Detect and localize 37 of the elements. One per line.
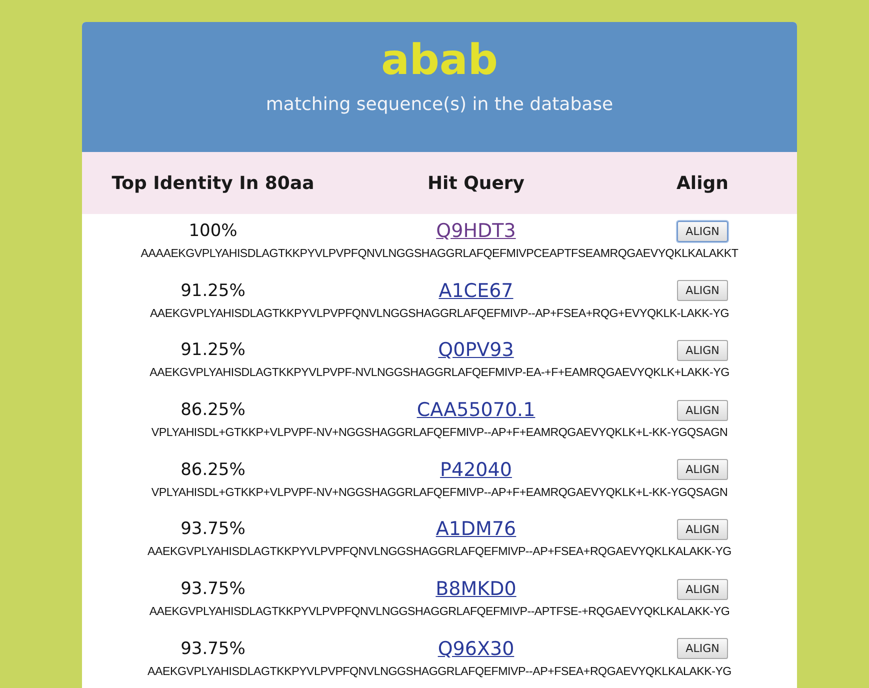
column-header: Top Identity In 80aa [112,172,314,194]
sequence-text: AAEKGVPLYAHISDLAGTKKPYVLPVPFQNVLNGGSHAGGRLAFQEFMIVP--APTFSE-+RQGAEVYQKLKALAKK-YG [149,605,730,618]
column-header: Align [676,172,728,194]
sequence-text: AAEKGVPLYAHISDLAGTKKPYVLPVPF-NVLNGGSHAGGRLAFQEFMIVP-EA-+F+EAMRQGAEVYQKLK+LAKK-YG [150,366,730,380]
identity-percent: 93.75% [180,579,246,600]
align-button[interactable]: ALIGN [676,638,728,660]
sequence-text: AAAAEKGVPLYAHISDLAGTKKPYVLPVPFQNVLNGGSHAGGRLAFQEFMIVPCEAPTFSEAMRQGAEVYQKLKALAKKT [140,247,738,260]
hit-link[interactable]: P42040 [440,458,512,481]
hit-link[interactable]: A1CE67 [438,280,514,302]
sequence-text: VPLYAHISDL+GTKKP+VLPVPF-NV+NGGSHAGGRLAFQEFMIVP--AP+F+EAMRQGAEVYQKLK+L-KK-YGQSAGN [151,426,728,440]
sequence-text: VPLYAHISDL+GTKKP+VLPVPF-NV+NGGSHAGGRLAFQEFMIVP--AP+F+EAMRQGAEVYQKLK+L-KK-YGQSAGN [151,486,728,499]
hit-link[interactable]: A1DM76 [436,518,516,540]
identity-percent: 91.25% [180,340,246,360]
align-button[interactable]: ALIGN [676,340,728,361]
align-button[interactable]: ALIGN [676,518,728,540]
identity-percent: 93.75% [180,638,246,659]
hit-link[interactable]: Q9HDT3 [436,220,516,242]
sequence-text: AAEKGVPLYAHISDLAGTKKPYVLPVPFQNVLNGGSHAGGRLAFQEFMIVP--AP+FSEA+RQG+EVYQKLK-LAKK-YG [150,306,730,320]
align-button[interactable]: ALIGN [676,459,728,480]
sequence-text: AAEKGVPLYAHISDLAGTKKPYVLPVPFQNVLNGGSHAGGRLAFQEFMIVP--AP+FSEA+RQGAEVYQKLKALAKK-YG [148,664,732,678]
identity-percent: 93.75% [180,519,246,540]
hit-link[interactable]: Q0PV93 [438,339,514,362]
column-header: Hit Query [427,172,525,194]
page-subtitle: matching sequence(s) in the database [266,94,614,115]
identity-percent: 86.25% [180,400,246,420]
hit-link[interactable]: CAA55070.1 [416,399,536,422]
align-button[interactable]: ALIGN [676,220,728,242]
identity-percent: 91.25% [180,280,246,301]
identity-percent: 100% [188,221,238,241]
align-button[interactable]: ALIGN [676,578,728,600]
hit-link[interactable]: Q96X30 [438,638,514,660]
hit-link[interactable]: B8MKD0 [436,578,516,600]
page-title: abab [381,34,498,86]
identity-percent: 86.25% [180,460,246,480]
align-button[interactable]: ALIGN [676,400,728,421]
sequence-text: AAEKGVPLYAHISDLAGTKKPYVLPVPFQNVLNGGSHAGGRLAFQEFMIVP--AP+FSEA+RQGAEVYQKLKALAKK-YG [148,545,732,558]
align-button[interactable]: ALIGN [676,280,728,302]
